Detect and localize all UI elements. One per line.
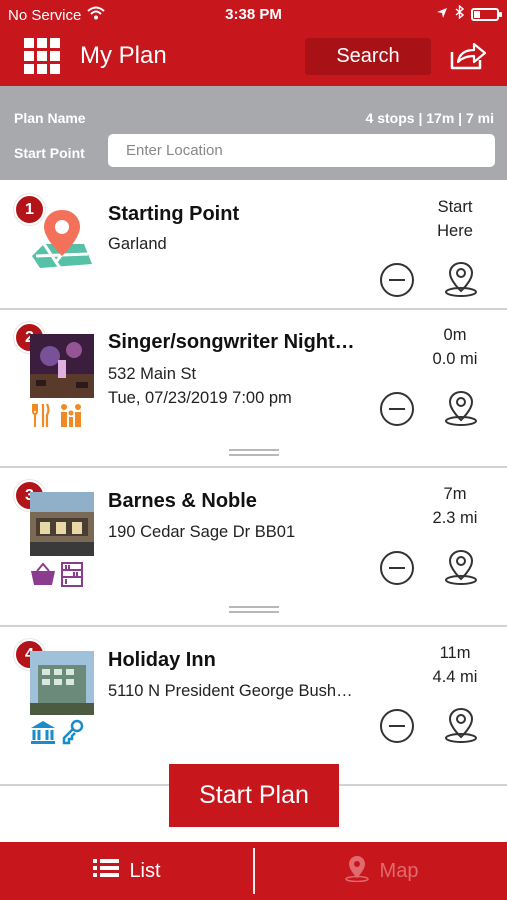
bookshelf-icon [60, 561, 84, 592]
map-pin-icon [30, 206, 94, 270]
start-location-input[interactable] [108, 134, 495, 167]
category-icons [30, 561, 84, 592]
map-pin-button-icon[interactable] [443, 548, 479, 586]
stop-travel-info: Start Here [410, 195, 500, 243]
event-photo [30, 334, 94, 398]
stop-address: 190 Cedar Sage Dr BB01 [108, 523, 296, 541]
category-icons [30, 719, 86, 750]
stop-divider [0, 308, 507, 310]
tab-map-label: Map [379, 859, 419, 882]
remove-stop-button[interactable] [380, 263, 414, 297]
plan-stats: 4 stops | 17m | 7 mi [365, 110, 494, 126]
stop-divider [0, 466, 507, 468]
stop-time-line: 11m [439, 644, 471, 662]
page-title: My Plan [80, 42, 167, 69]
stop-title[interactable]: Singer/songwriter Night… [108, 331, 355, 354]
remove-stop-button[interactable] [380, 551, 414, 585]
location-arrow-icon [436, 6, 448, 23]
shopping-basket-icon [30, 561, 56, 592]
stop-title[interactable]: Barnes & Noble [108, 490, 257, 513]
stop-address: 532 Main St [108, 365, 197, 383]
status-bar: No Service 3:38 PM [0, 0, 507, 30]
hotel-key-icon [60, 719, 86, 750]
list-icon [93, 858, 120, 884]
remove-stop-button[interactable] [380, 709, 414, 743]
map-pin-button-icon[interactable] [443, 260, 479, 298]
museum-icon [30, 719, 56, 750]
stop-time-line: 2.3 mi [432, 509, 478, 527]
stop-divider [0, 625, 507, 627]
stop-time-line: 0.0 mi [432, 350, 478, 368]
stop-address: 5110 N President George Bush… [108, 682, 353, 700]
drag-handle[interactable] [229, 606, 279, 614]
tab-list-label: List [129, 859, 161, 882]
store-photo [30, 492, 94, 556]
start-point-label: Start Point [14, 145, 85, 161]
battery-icon [471, 7, 502, 21]
stop-title[interactable]: Holiday Inn [108, 649, 216, 672]
bluetooth-icon [455, 4, 465, 23]
remove-stop-button[interactable] [380, 392, 414, 426]
category-icons [30, 402, 84, 433]
search-button[interactable]: Search [305, 38, 431, 75]
family-icon [58, 402, 84, 433]
stop-time-line: 0m [443, 326, 467, 344]
stop-title[interactable]: Starting Point [108, 203, 239, 226]
hotel-photo [30, 651, 94, 715]
stop-datetime: Tue, 07/23/2019 7:00 pm [108, 389, 292, 407]
plan-name-label: Plan Name [14, 110, 86, 126]
tab-list[interactable]: List [0, 842, 254, 900]
stop-travel-info: 7m 2.3 mi [410, 482, 500, 530]
drag-handle[interactable] [229, 449, 279, 457]
start-plan-button[interactable]: Start Plan [169, 764, 339, 827]
map-pin-button-icon[interactable] [443, 389, 479, 427]
menu-grid-icon[interactable] [24, 38, 60, 74]
map-marker-icon [344, 854, 370, 888]
tab-map[interactable]: Map [255, 842, 507, 900]
map-pin-button-icon[interactable] [443, 706, 479, 744]
stop-time-line: 7m [443, 485, 467, 503]
status-time: 3:38 PM [225, 6, 282, 23]
stop-address: Garland [108, 235, 167, 253]
bottom-tab-bar: List Map [0, 842, 507, 900]
top-bar: No Service 3:38 PM My Plan Search [0, 0, 507, 86]
share-icon[interactable] [448, 40, 488, 72]
stop-time-line: 4.4 mi [432, 668, 478, 686]
dining-icon [30, 402, 54, 433]
stop-time-line: Start [437, 198, 473, 216]
battery-fill [474, 10, 480, 18]
stop-time-line: Here [437, 222, 473, 240]
stop-travel-info: 0m 0.0 mi [410, 323, 500, 371]
stop-travel-info: 11m 4.4 mi [410, 641, 500, 689]
